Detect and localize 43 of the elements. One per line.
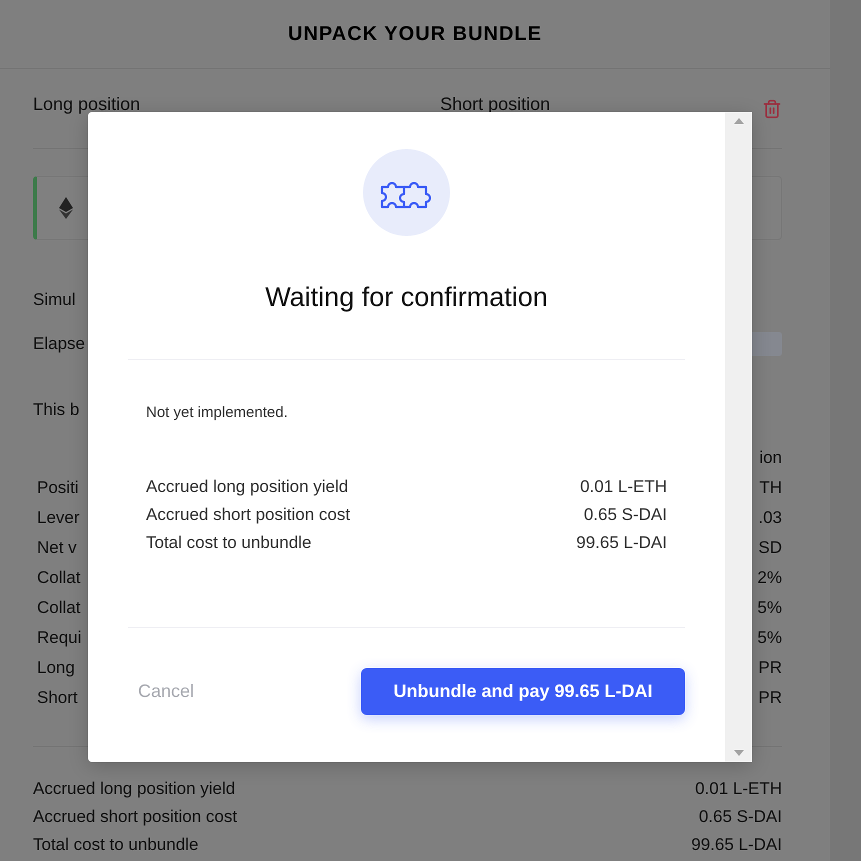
row-value: 2%	[757, 568, 782, 588]
cost-label: Accrued long position yield	[146, 477, 348, 497]
status-message: Not yet implemented.	[146, 404, 289, 421]
trash-icon[interactable]	[762, 99, 782, 119]
scroll-down-icon[interactable]	[734, 750, 744, 756]
row-label: Lever	[37, 508, 80, 528]
cost-value: 0.65 S-DAI	[584, 505, 667, 525]
summary-value: 0.65 S-DAI	[698, 807, 782, 827]
cost-label: Accrued short position cost	[146, 505, 350, 525]
column-header: ion	[759, 448, 782, 468]
summary-value: 99.65 L-DAI	[691, 835, 782, 855]
row-label: Long	[37, 658, 75, 678]
row-value: SD	[758, 538, 782, 558]
cost-value: 99.65 L-DAI	[576, 533, 667, 553]
summary-value: 0.01 L-ETH	[695, 779, 782, 799]
cost-label: Total cost to unbundle	[146, 533, 312, 553]
ethereum-icon	[59, 197, 73, 219]
confirm-button[interactable]: Unbundle and pay 99.65 L-DAI	[361, 668, 685, 715]
summary-label: Total cost to unbundle	[33, 835, 198, 855]
position-label: Long position	[33, 94, 140, 115]
row-label: Short	[37, 688, 78, 708]
summary-label: Accrued short position cost	[33, 807, 238, 827]
row-value: 5%	[757, 598, 782, 618]
row-label: Requi	[37, 628, 82, 648]
row-value: .03	[758, 508, 782, 528]
elapsed-label: Elapse	[33, 334, 85, 354]
scroll-up-icon[interactable]	[734, 118, 744, 124]
dialog-title: Waiting for confirmation	[265, 282, 548, 313]
row-label: Net v	[37, 538, 77, 558]
cost-value: 0.01 L-ETH	[580, 477, 667, 497]
description-text: This b	[33, 400, 80, 420]
simulation-label: Simul	[33, 290, 76, 310]
row-value: PR	[758, 658, 782, 678]
scrollbar[interactable]	[725, 112, 752, 762]
row-value: 5%	[757, 628, 782, 648]
row-value: PR	[758, 688, 782, 708]
row-label: Positi	[37, 478, 79, 498]
summary-label: Accrued long position yield	[33, 779, 236, 799]
page-title: UNPACK YOUR BUNDLE	[288, 22, 542, 46]
row-value: TH	[759, 478, 782, 498]
row-label: Collat	[37, 598, 80, 618]
position-label: Short position	[440, 94, 550, 115]
row-label: Collat	[37, 568, 80, 588]
